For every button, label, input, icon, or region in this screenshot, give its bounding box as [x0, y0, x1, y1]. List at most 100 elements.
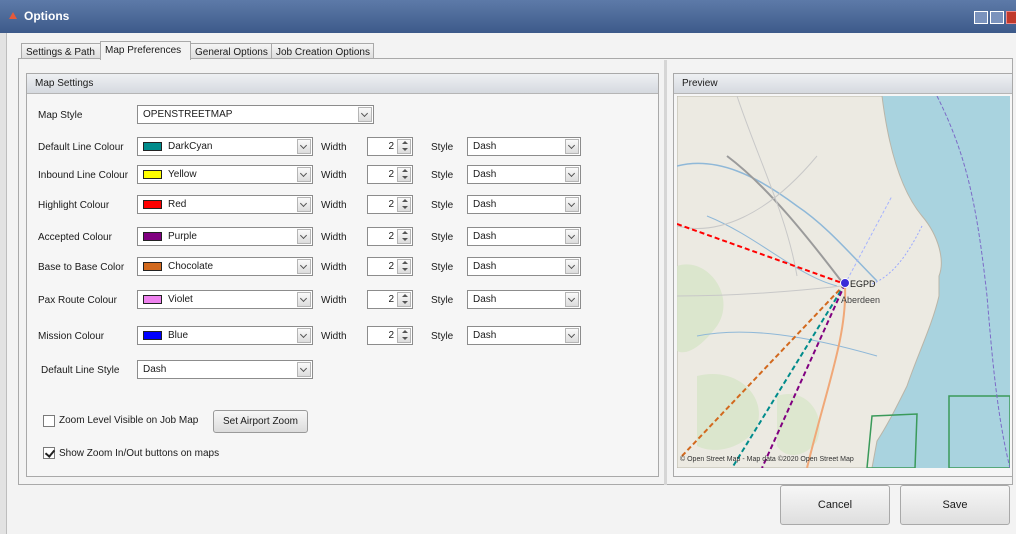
line-style-select[interactable]: Dash: [467, 137, 581, 156]
width-label: Width: [321, 262, 347, 273]
chevron-down-icon[interactable]: [297, 292, 311, 307]
tab-map-preferences[interactable]: Map Preferences: [100, 41, 191, 60]
spinner-arrows-icon[interactable]: [397, 229, 411, 244]
color-select[interactable]: Red: [137, 195, 313, 214]
style-label: Style: [431, 200, 454, 211]
chevron-down-icon[interactable]: [565, 328, 579, 343]
chevron-down-icon[interactable]: [297, 259, 311, 274]
spinner-arrows-icon[interactable]: [397, 259, 411, 274]
color-select[interactable]: Chocolate: [137, 257, 313, 276]
width-label: Width: [321, 295, 347, 306]
chevron-down-icon[interactable]: [565, 229, 579, 244]
chevron-down-icon[interactable]: [297, 229, 311, 244]
style-label: Style: [431, 142, 454, 153]
line-style-select[interactable]: Dash: [467, 290, 581, 309]
color-swatch: [143, 295, 162, 304]
color-name: DarkCyan: [168, 141, 213, 152]
tab-general-options[interactable]: General Options: [190, 43, 272, 59]
line-style-value: Dash: [473, 330, 497, 341]
width-spinner[interactable]: 2: [367, 165, 413, 184]
zoom-level-visible-checkbox[interactable]: [43, 415, 55, 427]
line-style-select[interactable]: Dash: [467, 165, 581, 184]
line-style-value: Dash: [473, 169, 497, 180]
spinner-arrows-icon[interactable]: [397, 139, 411, 154]
line-style-value: Dash: [473, 231, 497, 242]
chevron-down-icon[interactable]: [358, 107, 372, 122]
width-spinner[interactable]: 2: [367, 227, 413, 246]
line-style-select[interactable]: Dash: [467, 326, 581, 345]
line-style-select[interactable]: Dash: [467, 257, 581, 276]
line-style-value: Dash: [473, 261, 497, 272]
width-value: 2: [388, 261, 394, 272]
color-select[interactable]: Violet: [137, 290, 313, 309]
style-label: Style: [431, 295, 454, 306]
width-label: Width: [321, 232, 347, 243]
width-value: 2: [388, 141, 394, 152]
window-title: Options: [24, 9, 70, 23]
color-row-label: Mission Colour: [38, 331, 105, 342]
chevron-down-icon[interactable]: [297, 197, 311, 212]
style-label: Style: [431, 331, 454, 342]
maximize-button[interactable]: [990, 11, 1004, 24]
airport-marker[interactable]: [840, 278, 850, 288]
line-style-value: Dash: [473, 141, 497, 152]
color-select[interactable]: Blue: [137, 326, 313, 345]
save-button[interactable]: Save: [900, 485, 1010, 525]
width-value: 2: [388, 294, 394, 305]
color-swatch: [143, 170, 162, 179]
chevron-down-icon[interactable]: [565, 139, 579, 154]
color-row-label: Default Line Colour: [38, 142, 124, 153]
tab-job-creation-options[interactable]: Job Creation Options: [271, 43, 374, 59]
width-spinner[interactable]: 2: [367, 326, 413, 345]
color-swatch: [143, 200, 162, 209]
panel-splitter[interactable]: [664, 60, 667, 485]
chevron-down-icon[interactable]: [297, 328, 311, 343]
width-spinner[interactable]: 2: [367, 290, 413, 309]
width-spinner[interactable]: 2: [367, 195, 413, 214]
default-line-style-label: Default Line Style: [41, 365, 120, 376]
cancel-button[interactable]: Cancel: [780, 485, 890, 525]
color-row-label: Base to Base Color: [38, 262, 125, 273]
color-select[interactable]: Purple: [137, 227, 313, 246]
chevron-down-icon[interactable]: [297, 167, 311, 182]
set-airport-zoom-button[interactable]: Set Airport Zoom: [213, 410, 308, 433]
map-style-select[interactable]: OPENSTREETMAP: [137, 105, 374, 124]
width-spinner[interactable]: 2: [367, 257, 413, 276]
color-row-label: Inbound Line Colour: [38, 170, 129, 181]
spinner-arrows-icon[interactable]: [397, 197, 411, 212]
chevron-down-icon[interactable]: [297, 139, 311, 154]
color-swatch: [143, 331, 162, 340]
default-line-style-select[interactable]: Dash: [137, 360, 313, 379]
app-icon: [9, 12, 17, 19]
spinner-arrows-icon[interactable]: [397, 328, 411, 343]
chevron-down-icon[interactable]: [565, 292, 579, 307]
color-select[interactable]: DarkCyan: [137, 137, 313, 156]
line-style-select[interactable]: Dash: [467, 227, 581, 246]
show-zoom-buttons-checkbox[interactable]: [43, 447, 55, 459]
color-select[interactable]: Yellow: [137, 165, 313, 184]
map-preview[interactable]: EGPD Aberdeen © Open Street Map - Map da…: [677, 96, 1010, 468]
tab-settings-path[interactable]: Settings & Path: [21, 43, 101, 59]
color-name: Red: [168, 199, 187, 210]
window-titlebar: Options: [0, 0, 1016, 33]
color-row-label: Accepted Colour: [38, 232, 112, 243]
color-name: Purple: [168, 231, 197, 242]
close-button[interactable]: [1006, 11, 1016, 24]
width-label: Width: [321, 200, 347, 211]
spinner-arrows-icon[interactable]: [397, 292, 411, 307]
spinner-arrows-icon[interactable]: [397, 167, 411, 182]
line-style-value: Dash: [473, 294, 497, 305]
line-style-value: Dash: [473, 199, 497, 210]
map-attribution: © Open Street Map - Map data ©2020 Open …: [680, 456, 854, 463]
chevron-down-icon[interactable]: [565, 259, 579, 274]
chevron-down-icon[interactable]: [565, 167, 579, 182]
width-label: Width: [321, 331, 347, 342]
color-name: Yellow: [168, 169, 197, 180]
line-style-select[interactable]: Dash: [467, 195, 581, 214]
chevron-down-icon[interactable]: [297, 362, 311, 377]
chevron-down-icon[interactable]: [565, 197, 579, 212]
width-label: Width: [321, 142, 347, 153]
style-label: Style: [431, 170, 454, 181]
width-spinner[interactable]: 2: [367, 137, 413, 156]
minimize-button[interactable]: [974, 11, 988, 24]
